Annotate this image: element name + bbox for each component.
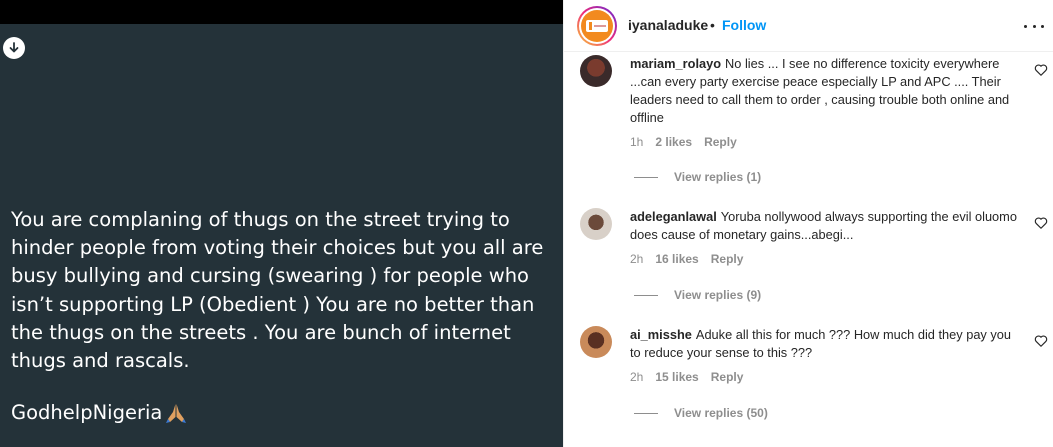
- comment-username[interactable]: mariam_rolayo: [630, 56, 721, 71]
- view-replies-label: View replies (1): [674, 170, 762, 184]
- comment-time: 2h: [630, 252, 644, 266]
- post-caption-text: You are complaning of thugs on the stree…: [11, 208, 544, 373]
- comment-meta: 2h 15 likes Reply: [630, 370, 743, 384]
- praying-hands-icon: [166, 404, 187, 423]
- more-options-icon[interactable]: [1024, 17, 1044, 35]
- download-icon[interactable]: [3, 37, 25, 59]
- comment-meta: 2h 16 likes Reply: [630, 252, 743, 266]
- follow-button[interactable]: Follow: [722, 17, 766, 33]
- view-replies-button[interactable]: View replies (1): [634, 170, 761, 184]
- comments-list: mariam_rolayo No lies ... I see no differ…: [564, 52, 1053, 447]
- comment-body: mariam_rolayo No lies ... I see no differ…: [630, 55, 1020, 127]
- reply-button[interactable]: Reply: [711, 370, 744, 384]
- comment-body: adeleganlawal Yoruba nollywood always sup…: [630, 208, 1020, 244]
- comment-likes[interactable]: 15 likes: [655, 370, 698, 384]
- comments-panel: iyanaladuke • Follow mariam_rolayo No lie…: [563, 0, 1053, 447]
- header-username[interactable]: iyanaladuke: [628, 17, 708, 33]
- comment-body: ai_misshe Aduke all this for much ??? How…: [630, 326, 1020, 362]
- comment-username[interactable]: ai_misshe: [630, 327, 692, 342]
- like-heart-icon[interactable]: [1034, 216, 1048, 230]
- view-replies-button[interactable]: View replies (9): [634, 288, 761, 302]
- image-top-bar: [0, 0, 563, 24]
- like-heart-icon[interactable]: [1034, 63, 1048, 77]
- comment-time: 1h: [630, 135, 644, 149]
- comment-likes[interactable]: 16 likes: [655, 252, 698, 266]
- post-hashtag-text: GodhelpNigeria: [11, 401, 163, 424]
- reply-button[interactable]: Reply: [704, 135, 737, 149]
- header-separator: •: [710, 17, 715, 33]
- view-replies-button[interactable]: View replies (50): [634, 406, 768, 420]
- comment-time: 2h: [630, 370, 644, 384]
- comment-meta: 1h 2 likes Reply: [630, 135, 737, 149]
- like-heart-icon[interactable]: [1034, 334, 1048, 348]
- commenter-avatar[interactable]: [580, 326, 612, 358]
- commenter-avatar[interactable]: [580, 55, 612, 87]
- post-header: iyanaladuke • Follow: [564, 0, 1053, 52]
- post-image: You are complaning of thugs on the stree…: [0, 0, 563, 447]
- commenter-avatar[interactable]: [580, 208, 612, 240]
- view-replies-label: View replies (9): [674, 288, 762, 302]
- profile-avatar[interactable]: [577, 6, 617, 46]
- post-hashtag: GodhelpNigeria: [11, 399, 188, 427]
- reply-button[interactable]: Reply: [711, 252, 744, 266]
- comment-likes[interactable]: 2 likes: [655, 135, 692, 149]
- comment-username[interactable]: adeleganlawal: [630, 209, 717, 224]
- view-replies-label: View replies (50): [674, 406, 768, 420]
